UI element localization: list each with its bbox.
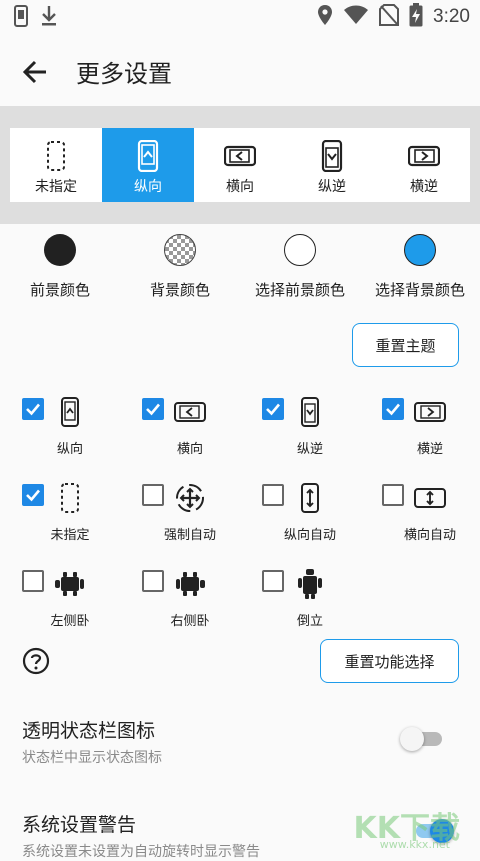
reverse-landscape-icon bbox=[408, 140, 440, 176]
landscape-auto-icon bbox=[412, 483, 448, 513]
checkbox[interactable] bbox=[142, 570, 164, 592]
reverse-landscape-icon bbox=[412, 397, 448, 427]
tab-portrait[interactable]: 纵向 bbox=[102, 128, 194, 202]
landscape-icon bbox=[224, 140, 256, 176]
function-force-auto[interactable]: 强制自动 bbox=[120, 478, 240, 558]
landscape-icon bbox=[172, 397, 208, 427]
function-reverse-portrait[interactable]: 纵逆 bbox=[240, 392, 360, 472]
function-label: 横逆 bbox=[416, 442, 443, 457]
no-sim-icon bbox=[379, 4, 400, 30]
function-portrait-auto[interactable]: 纵向自动 bbox=[240, 478, 360, 558]
orientation-band: 未指定 纵向 横向 纵逆 横逆 bbox=[0, 106, 480, 224]
checkbox[interactable] bbox=[142, 398, 164, 420]
status-bar: 3:20 bbox=[0, 0, 480, 34]
reverse-portrait-icon bbox=[321, 140, 343, 176]
selected-background-color[interactable]: 选择背景颜色 bbox=[360, 232, 480, 312]
function-label: 纵向自动 bbox=[283, 528, 336, 543]
portrait-auto-icon bbox=[292, 483, 328, 513]
checkbox[interactable] bbox=[382, 398, 404, 420]
reset-theme-button[interactable]: 重置主题 bbox=[352, 323, 459, 367]
tab-reverse-landscape[interactable]: 横逆 bbox=[378, 128, 470, 202]
color-swatch bbox=[44, 234, 76, 266]
portrait-icon bbox=[137, 140, 159, 176]
color-label: 选择前景颜色 bbox=[254, 281, 345, 299]
checkbox[interactable] bbox=[22, 398, 44, 420]
function-label: 纵向 bbox=[56, 442, 83, 457]
tab-label: 横逆 bbox=[410, 179, 438, 195]
function-lying-right[interactable]: 右侧卧 bbox=[120, 564, 240, 644]
setting-title: 透明状态栏图标 bbox=[22, 720, 156, 742]
checkbox[interactable] bbox=[22, 484, 44, 506]
watermark-url: www.kkx.net bbox=[379, 838, 450, 851]
tab-unspecified[interactable]: 未指定 bbox=[10, 128, 102, 202]
function-upside-down[interactable]: 倒立 bbox=[240, 564, 360, 644]
portrait-icon bbox=[52, 397, 88, 427]
checkbox[interactable] bbox=[262, 570, 284, 592]
phone-screen-icon bbox=[14, 5, 28, 31]
setting-transparent-statusbar[interactable]: 透明状态栏图标 状态栏中显示状态图标 bbox=[22, 716, 162, 767]
download-icon bbox=[40, 5, 58, 31]
function-unspecified[interactable]: 未指定 bbox=[0, 478, 120, 558]
function-label: 未指定 bbox=[50, 528, 90, 543]
foreground-color[interactable]: 前景颜色 bbox=[0, 232, 120, 312]
function-portrait[interactable]: 纵向 bbox=[0, 392, 120, 472]
tab-label: 横向 bbox=[226, 179, 254, 195]
switch-thumb bbox=[400, 727, 424, 751]
force-auto-icon bbox=[172, 483, 208, 513]
color-label: 背景颜色 bbox=[149, 281, 210, 299]
arrow-back-icon[interactable] bbox=[18, 54, 54, 90]
theme-colors: 前景颜色 背景颜色 选择前景颜色 选择背景颜色 bbox=[0, 232, 480, 312]
lying-right-icon bbox=[172, 569, 208, 599]
status-time: 3:20 bbox=[433, 6, 470, 27]
unspecified-icon bbox=[45, 140, 67, 176]
app-bar: 更多设置 bbox=[0, 34, 480, 106]
tab-label: 未指定 bbox=[35, 179, 77, 195]
unspecified-icon bbox=[52, 483, 88, 513]
setting-system-warning[interactable]: 系统设置警告 系统设置未设置为自动旋转时显示警告 bbox=[22, 810, 260, 861]
setting-subtitle: 系统设置未设置为自动旋转时显示警告 bbox=[22, 844, 260, 860]
color-swatch bbox=[404, 234, 436, 266]
location-icon bbox=[317, 4, 333, 30]
tab-label: 纵向 bbox=[134, 179, 162, 195]
transparent-statusbar-switch[interactable] bbox=[400, 727, 444, 751]
tab-landscape[interactable]: 横向 bbox=[194, 128, 286, 202]
upside-down-icon bbox=[292, 569, 328, 599]
selected-foreground-color[interactable]: 选择前景颜色 bbox=[240, 232, 360, 312]
function-label: 强制自动 bbox=[163, 528, 216, 543]
setting-title: 系统设置警告 bbox=[22, 814, 137, 836]
function-label: 横向 bbox=[176, 442, 203, 457]
reverse-portrait-icon bbox=[292, 397, 328, 427]
function-landscape[interactable]: 横向 bbox=[120, 392, 240, 472]
orientation-tabs: 未指定 纵向 横向 纵逆 横逆 bbox=[10, 128, 470, 202]
battery-charging-icon bbox=[409, 3, 423, 31]
color-label: 前景颜色 bbox=[29, 281, 90, 299]
setting-subtitle: 状态栏中显示状态图标 bbox=[22, 750, 162, 766]
page-title: 更多设置 bbox=[76, 60, 172, 88]
lying-left-icon bbox=[52, 569, 88, 599]
checkbox[interactable] bbox=[22, 570, 44, 592]
color-label: 选择背景颜色 bbox=[374, 281, 465, 299]
checkbox[interactable] bbox=[262, 398, 284, 420]
reset-functions-button[interactable]: 重置功能选择 bbox=[320, 639, 459, 683]
function-landscape-auto[interactable]: 横向自动 bbox=[360, 478, 480, 558]
background-color[interactable]: 背景颜色 bbox=[120, 232, 240, 312]
tab-label: 纵逆 bbox=[318, 179, 346, 195]
function-lying-left[interactable]: 左侧卧 bbox=[0, 564, 120, 644]
function-label: 左侧卧 bbox=[50, 614, 90, 629]
function-label: 右侧卧 bbox=[170, 614, 210, 629]
function-label: 横向自动 bbox=[403, 528, 456, 543]
tab-reverse-portrait[interactable]: 纵逆 bbox=[286, 128, 378, 202]
checkbox[interactable] bbox=[262, 484, 284, 506]
function-reverse-landscape[interactable]: 横逆 bbox=[360, 392, 480, 472]
color-swatch bbox=[164, 234, 196, 266]
wifi-icon bbox=[343, 5, 369, 29]
checkbox[interactable] bbox=[382, 484, 404, 506]
function-label: 倒立 bbox=[296, 614, 323, 629]
color-swatch bbox=[284, 234, 316, 266]
help-icon[interactable] bbox=[22, 647, 50, 675]
checkbox[interactable] bbox=[142, 484, 164, 506]
function-label: 纵逆 bbox=[296, 442, 323, 457]
